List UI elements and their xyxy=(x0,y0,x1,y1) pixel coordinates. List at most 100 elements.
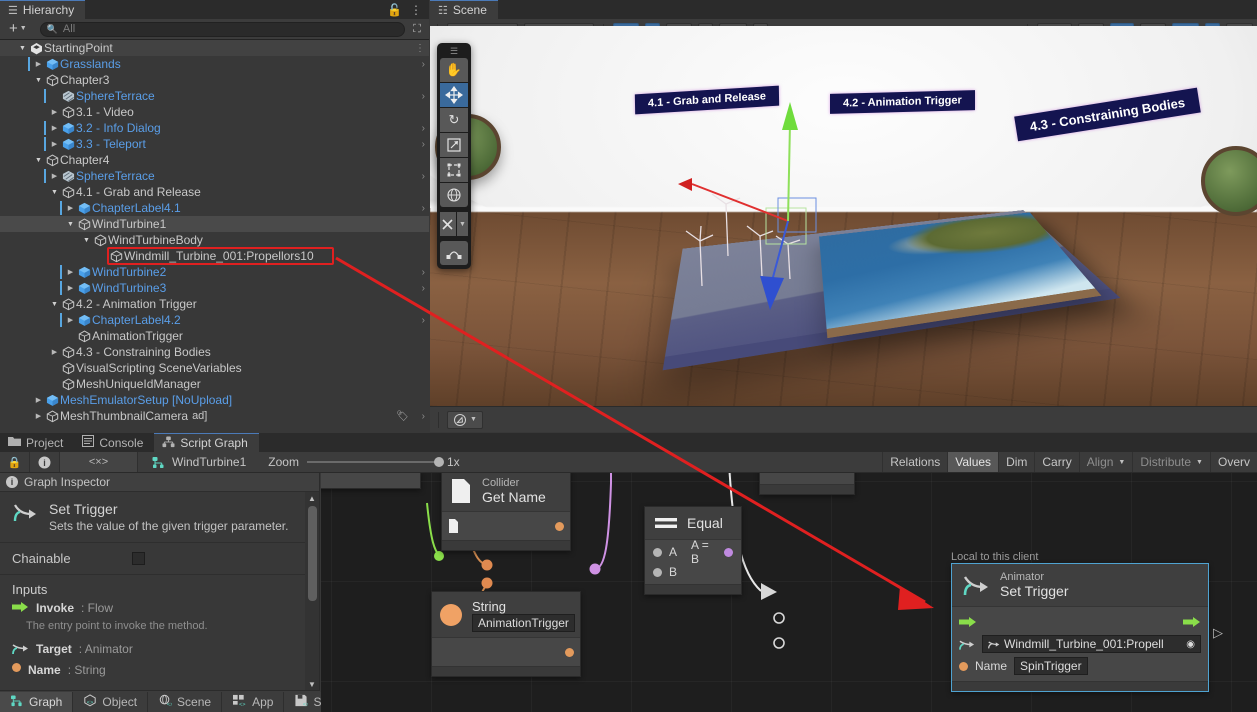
relations-overv-button[interactable]: Overv xyxy=(1210,452,1257,472)
input-port-dot[interactable] xyxy=(959,662,968,671)
output-port-dot[interactable] xyxy=(724,548,733,557)
hierarchy-item-visualscripting-scenevariables[interactable]: VisualScripting SceneVariables xyxy=(0,360,429,376)
component-tool-button[interactable] xyxy=(440,241,468,265)
node-target-row[interactable]: Windmill_Turbine_001:Propell ◉ xyxy=(959,633,1201,655)
tab-scene[interactable]: ☷ Scene xyxy=(430,0,498,19)
expand-arrow[interactable]: ▶ xyxy=(48,172,61,180)
graph-zoom-control[interactable]: Zoom 1x xyxy=(268,455,459,469)
kebab-menu-icon[interactable]: ⋮ xyxy=(415,43,425,54)
animator-target-field[interactable]: Windmill_Turbine_001:Propell ◉ xyxy=(982,635,1201,653)
hierarchy-item-3-3-teleport[interactable]: ▶3.3 - Teleport› xyxy=(0,136,429,152)
hierarchy-item-4-3-constraining-bodies[interactable]: ▶4.3 - Constraining Bodies xyxy=(0,344,429,360)
node-port-row[interactable]: A A = B xyxy=(653,542,733,562)
scale-tool-button[interactable] xyxy=(440,133,468,157)
open-prefab-chevron[interactable]: › xyxy=(422,267,425,278)
node-flow-row[interactable] xyxy=(959,611,1201,633)
scene-move-gizmo[interactable] xyxy=(430,26,1257,406)
equal-node[interactable]: Equal A A = B B xyxy=(644,506,742,595)
trigger-name-field[interactable]: SpinTrigger xyxy=(1014,657,1088,675)
output-port-dot[interactable] xyxy=(555,522,564,531)
kebab-menu-icon[interactable]: ⋮ xyxy=(410,3,422,17)
script-graph-canvas[interactable]: Collider Get Name Equal xyxy=(321,473,1257,712)
expand-arrow[interactable]: ▶ xyxy=(64,268,77,276)
hierarchy-item-4-1-grab-and-release[interactable]: ▼4.1 - Grab and Release xyxy=(0,184,429,200)
open-prefab-chevron[interactable]: › xyxy=(422,139,425,150)
expand-arrow[interactable]: ▼ xyxy=(80,237,93,244)
expand-arrow[interactable]: ▼ xyxy=(32,77,45,84)
custom-tool-dropdown[interactable]: ▼ xyxy=(457,212,468,236)
scroll-down-arrow[interactable]: ▼ xyxy=(308,678,316,690)
open-prefab-chevron[interactable]: › xyxy=(422,315,425,326)
open-prefab-chevron[interactable]: › xyxy=(422,91,425,102)
relations-carry-button[interactable]: Carry xyxy=(1034,452,1078,472)
expand-arrow[interactable]: ▶ xyxy=(32,396,45,404)
inspector-scrollbar[interactable]: ▲ ▼ xyxy=(305,492,319,690)
graph-lock-button[interactable]: 🔒 xyxy=(0,452,30,472)
open-prefab-chevron[interactable]: › xyxy=(422,283,425,294)
tab-hierarchy[interactable]: ☰ Hierarchy xyxy=(0,0,85,19)
hierarchy-item-3-1-video[interactable]: ▶3.1 - Video xyxy=(0,104,429,120)
string-value-field[interactable]: AnimationTrigger xyxy=(472,614,575,632)
node-output-collapse-icon[interactable]: ▷ xyxy=(1213,625,1223,641)
open-prefab-chevron[interactable]: › xyxy=(422,203,425,214)
hierarchy-item-animationtrigger[interactable]: AnimationTrigger xyxy=(0,328,429,344)
scroll-up-arrow[interactable]: ▲ xyxy=(308,492,316,504)
hierarchy-item-sphereterrace[interactable]: SphereTerrace› xyxy=(0,88,429,104)
hierarchy-item-windturbine3[interactable]: ▶WindTurbine3› xyxy=(0,280,429,296)
hierarchy-item-4-2-animation-trigger[interactable]: ▼4.2 - Animation Trigger xyxy=(0,296,429,312)
expand-arrow[interactable]: ▶ xyxy=(64,284,77,292)
hierarchy-item-chapter4[interactable]: ▼Chapter4 xyxy=(0,152,429,168)
hierarchy-item-meshthumbnailcamera[interactable]: ▶MeshThumbnailCameraad]›🏷 xyxy=(0,408,429,424)
hierarchy-search-input[interactable]: 🔍 All xyxy=(40,22,405,37)
hierarchy-item-startingpoint[interactable]: ▼StartingPoint⋮ xyxy=(0,40,429,56)
transform-tool-button[interactable] xyxy=(440,183,468,207)
expand-arrow[interactable]: ▶ xyxy=(64,316,77,324)
string-literal-node[interactable]: String AnimationTrigger xyxy=(431,591,581,677)
relations-dim-button[interactable]: Dim xyxy=(998,452,1034,472)
hierarchy-item-windturbine1[interactable]: ▼WindTurbine1 xyxy=(0,216,429,232)
expand-arrow[interactable]: ▶ xyxy=(64,204,77,212)
hierarchy-item-windturbine2[interactable]: ▶WindTurbine2› xyxy=(0,264,429,280)
move-tool-button[interactable] xyxy=(440,83,468,107)
expand-arrow[interactable]: ▶ xyxy=(48,124,61,132)
status-tab-object[interactable]: <>Object xyxy=(73,692,148,712)
hierarchy-tree[interactable]: ▼StartingPoint⋮▶Grasslands›▼Chapter3Sphe… xyxy=(0,40,429,432)
graph-target-breadcrumb[interactable]: WindTurbine1 xyxy=(138,455,246,469)
hierarchy-item-sphereterrace[interactable]: ▶SphereTerrace› xyxy=(0,168,429,184)
hierarchy-item-windturbinebody[interactable]: ▼WindTurbineBody xyxy=(0,232,429,248)
graph-zoom-slider[interactable] xyxy=(307,461,439,463)
node-port-row[interactable] xyxy=(448,516,564,536)
rotate-tool-button[interactable]: ↻ xyxy=(440,108,468,132)
tab-script-graph[interactable]: Script Graph xyxy=(154,433,258,452)
expand-arrow[interactable]: ▼ xyxy=(48,189,61,196)
input-port-dot[interactable] xyxy=(653,548,662,557)
open-prefab-chevron[interactable]: › xyxy=(422,171,425,182)
hierarchy-item-chapterlabel4-2[interactable]: ▶ChapterLabel4.2› xyxy=(0,312,429,328)
graph-zoom-handle[interactable] xyxy=(434,457,444,467)
expand-arrow[interactable]: ▼ xyxy=(16,45,29,52)
status-tab-scene[interactable]: <>Scene xyxy=(148,692,222,712)
expand-arrow[interactable]: ▶ xyxy=(48,348,61,356)
hand-tool-button[interactable]: ✋ xyxy=(440,58,468,82)
tool-palette-grip[interactable]: ☰ xyxy=(440,47,468,55)
expand-arrow[interactable]: ▼ xyxy=(64,221,77,228)
expand-arrow[interactable]: ▶ xyxy=(32,60,45,68)
graph-info-button[interactable]: i xyxy=(30,452,60,472)
custom-tool-button[interactable] xyxy=(440,212,456,236)
status-tab-graph[interactable]: Graph xyxy=(0,692,73,712)
output-port-dot[interactable] xyxy=(565,648,574,657)
lock-icon[interactable]: 🔓 xyxy=(387,3,402,17)
node-port-row[interactable] xyxy=(438,642,574,662)
relations-relations-button[interactable]: Relations xyxy=(882,452,947,472)
scroll-thumb[interactable] xyxy=(308,506,317,601)
hierarchy-expand-icon[interactable]: ⛶ xyxy=(409,22,425,37)
expand-arrow[interactable]: ▼ xyxy=(32,157,45,164)
relations-values-button[interactable]: Values xyxy=(947,452,998,472)
expand-arrow[interactable]: ▶ xyxy=(32,412,45,420)
hierarchy-item-chapter3[interactable]: ▼Chapter3 xyxy=(0,72,429,88)
hierarchy-item-chapterlabel4-1[interactable]: ▶ChapterLabel4.1› xyxy=(0,200,429,216)
tab-console[interactable]: Console xyxy=(74,433,154,452)
hierarchy-item-grasslands[interactable]: ▶Grasslands› xyxy=(0,56,429,72)
graph-variables-button[interactable]: <×> xyxy=(60,452,138,472)
expand-arrow[interactable]: ▶ xyxy=(48,108,61,116)
